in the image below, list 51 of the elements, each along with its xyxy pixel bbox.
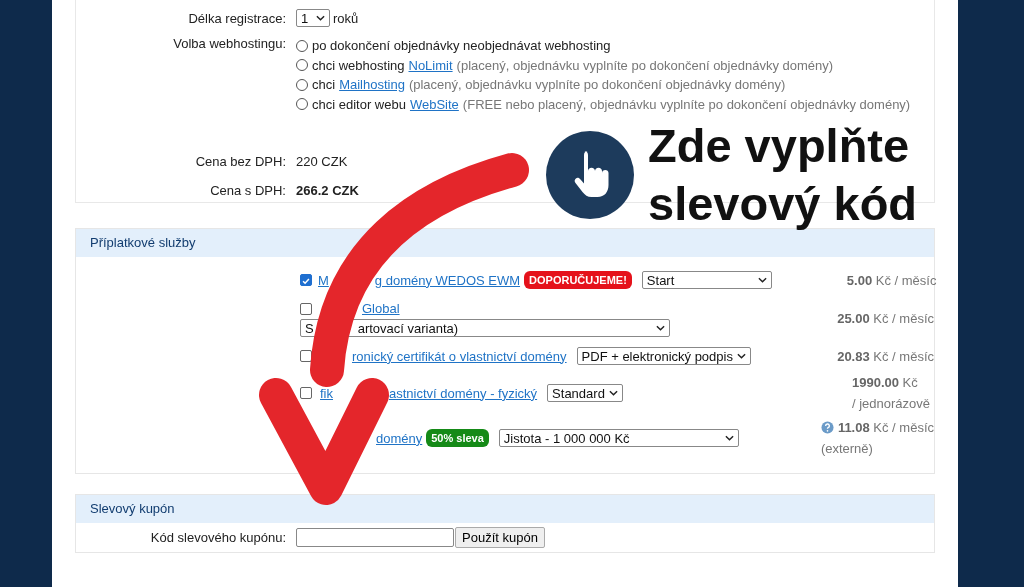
field-label: Délka registrace: [187, 10, 286, 26]
price-value: 220 CZK [296, 154, 349, 169]
price-label: Cena bez DPH: [194, 154, 286, 169]
option-note: (placený, objednávku vyplníte po dokončení objednávky domény) [408, 77, 786, 93]
section-header: Slevový kupón [76, 495, 934, 523]
option-label: chci editor webu [312, 96, 406, 112]
price-note: / jednorázově [852, 396, 931, 411]
service-link[interactable]: ronický certifikát o vlastnictví domény [352, 348, 567, 364]
option-note: (placený, objednávku vyplníte po dokončení objednávky domény) [456, 57, 834, 73]
service-link[interactable]: domény [376, 430, 423, 446]
price-note: (externě) [820, 441, 874, 456]
service-link[interactable]: Global [362, 301, 400, 316]
select-field[interactable]: 1 [296, 9, 330, 27]
pointing-hand-icon [546, 131, 634, 219]
option-label: chci webhosting [312, 57, 405, 73]
price-value: 266.2 CZK [296, 183, 360, 198]
price-text: 11.08 Kč / měsíc [837, 420, 934, 435]
apply-coupon-button[interactable]: Použít kupón [455, 527, 545, 548]
service-link[interactable]: g domény WEDOS EWM [374, 272, 521, 288]
price-text: 25.00 Kč / měsíc [837, 310, 934, 326]
checkbox[interactable] [300, 350, 312, 362]
option-label: chci [312, 77, 336, 93]
help-icon[interactable] [820, 421, 834, 434]
link[interactable]: NoLimit [408, 57, 453, 73]
badge: 50% sleva [426, 429, 489, 447]
select-field[interactable]: S artovací varianta) [300, 319, 670, 337]
unit-text: roků [333, 10, 359, 26]
service-link[interactable]: fik [320, 385, 333, 401]
price-text: 5.00 Kč / měsíc [846, 272, 937, 288]
price-label: Cena s DPH: [209, 183, 286, 198]
service-link[interactable]: astnictví domény - fyzický [389, 385, 538, 401]
callout-text: Zde vyplňte slevový kód [648, 118, 918, 232]
field-label: Kód slevového kupónu: [149, 530, 286, 545]
service-link[interactable]: M [318, 272, 329, 288]
checkbox[interactable] [300, 387, 312, 399]
price-text: 1990.00 Kč [852, 375, 918, 390]
option-label: po dokončení objednávky neobjednávat webhosting [312, 38, 611, 54]
select-field[interactable]: Start [641, 271, 772, 289]
select-field[interactable]: PDF + elektronický podpis [576, 347, 751, 365]
badge: DOPORUČUJEME! [524, 271, 632, 289]
coupon-input[interactable] [296, 528, 454, 547]
select-field[interactable]: Jistota - 1 000 000 Kč [498, 429, 739, 447]
link[interactable]: Mailhosting [339, 77, 405, 93]
checkbox[interactable] [300, 302, 312, 315]
checkbox[interactable] [300, 274, 312, 286]
link[interactable]: WebSite [409, 96, 459, 112]
price-text: 20.83 Kč / měsíc [837, 348, 934, 364]
option-note: (FREE nebo placený, objednávku vyplníte po dokončení objednávky domény) [462, 96, 911, 112]
section-header: Příplatkové služby [76, 229, 934, 257]
field-label: Volba webhostingu: [172, 36, 286, 53]
select-field[interactable]: Standard [547, 384, 623, 402]
